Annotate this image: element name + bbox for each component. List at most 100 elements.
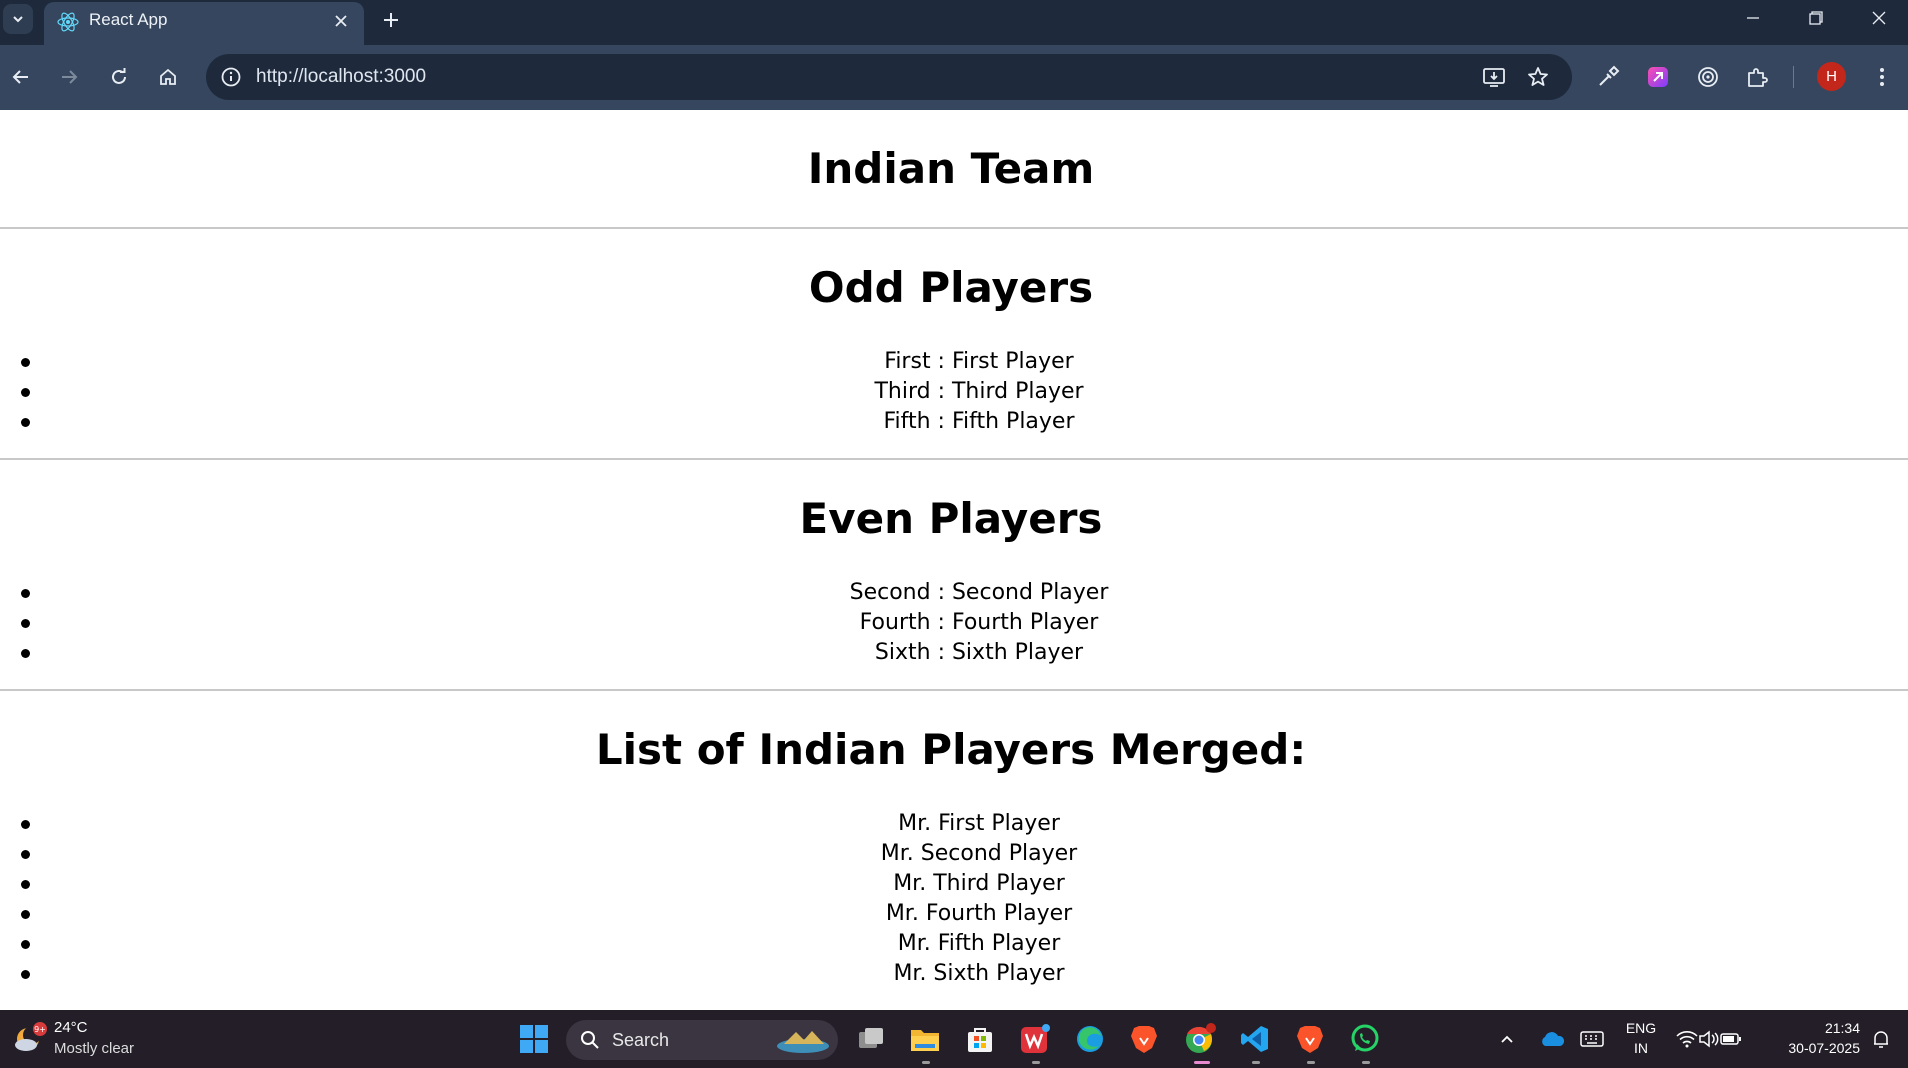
brave-button[interactable] [1125,1020,1163,1058]
wps-office-button[interactable] [1016,1020,1054,1058]
colorful-extension-button[interactable] [1644,63,1672,91]
list-item: First : First Player [0,347,1908,377]
search-icon [581,1031,599,1049]
list-item-text: First : First Player [884,349,1074,374]
notifications-button[interactable] [1866,1020,1896,1058]
chrome-icon [1186,1023,1216,1053]
tab-search-button[interactable] [3,4,33,34]
bullet [21,880,30,889]
start-button[interactable] [515,1020,553,1058]
list-item: Third : Third Player [0,377,1908,407]
minimize-icon [1747,17,1759,19]
file-explorer-button[interactable] [906,1020,944,1058]
browser-toolbar: http://localhost:3000 H [0,45,1908,110]
bullet [21,820,30,829]
running-indicator [1307,1061,1315,1064]
list-item: Sixth : Sixth Player [0,638,1908,668]
minimize-button[interactable] [1733,2,1773,34]
tab-close-button[interactable] [328,8,354,34]
divider [0,458,1908,460]
list-item: Mr. Fifth Player [0,929,1908,959]
list-item-text: Mr. Fifth Player [897,931,1061,956]
tab-react-app[interactable]: React App [44,2,364,45]
tab-title: React App [89,10,168,29]
restore-button[interactable] [1796,2,1836,34]
merged-players-heading: List of Indian Players Merged: [595,725,1307,774]
clock-date: 30-07-2025 [1788,1040,1860,1056]
even-players-list: Second : Second Player Fourth : Fourth P… [0,578,1908,668]
close-window-button[interactable] [1859,2,1899,34]
running-indicator [1032,1061,1040,1064]
chevron-up-icon [1501,1035,1513,1043]
odd-players-heading: Odd Players [808,263,1094,312]
bullet [21,358,30,367]
windows-icon [520,1025,548,1053]
home-icon [160,68,176,85]
toolbar-separator [1793,66,1794,88]
divider [0,689,1908,691]
task-view-button[interactable] [852,1020,890,1058]
language-region: IN [1634,1040,1648,1056]
extensions-button[interactable] [1743,63,1771,91]
bullet [21,970,30,979]
bullet [21,418,30,427]
list-item: Fourth : Fourth Player [0,608,1908,638]
search-label: Search [612,1030,670,1050]
profile-avatar[interactable]: H [1817,62,1846,91]
active-indicator [1194,1061,1210,1064]
url-text[interactable]: http://localhost:3000 [256,66,426,88]
store-icon [968,1028,992,1052]
vscode-icon [1241,1026,1268,1052]
bullet [21,619,30,628]
bullet [21,910,30,919]
list-item: Mr. Fourth Player [0,899,1908,929]
chrome-button[interactable] [1181,1020,1219,1058]
list-item-text: Second : Second Player [849,580,1109,605]
onedrive-button[interactable] [1535,1020,1569,1058]
divider [0,227,1908,229]
language-code: ENG [1625,1020,1657,1036]
brave-button-2[interactable] [1291,1020,1329,1058]
list-item-text: Mr. First Player [898,811,1060,836]
whatsapp-button[interactable] [1346,1020,1384,1058]
volume-icon [1699,1030,1719,1048]
info-icon[interactable] [220,66,242,88]
target-icon [1698,67,1718,87]
edge-button[interactable] [1071,1020,1109,1058]
taskbar-search[interactable]: Search [566,1020,838,1060]
bullet [21,649,30,658]
brave-lion-icon [1131,1026,1157,1053]
even-players-heading: Even Players [799,494,1103,543]
browser-tab-bar: React App [0,0,1908,45]
target-extension-button[interactable] [1694,63,1722,91]
task-view-icon [859,1028,883,1048]
browser-menu-button[interactable] [1868,63,1896,91]
reload-icon [112,68,126,84]
reload-button[interactable] [102,60,136,94]
weather-condition: Mostly clear [54,1040,135,1057]
wifi-icon [1676,1031,1698,1048]
home-button[interactable] [151,60,185,94]
back-button[interactable] [4,60,38,94]
brave-lion-icon [1297,1026,1323,1053]
eyedropper-extension-button[interactable] [1594,63,1622,91]
show-hidden-icons-button[interactable] [1493,1020,1521,1058]
vscode-button[interactable] [1236,1020,1274,1058]
keyboard-button[interactable] [1575,1020,1609,1058]
bullet [21,589,30,598]
running-indicator [1362,1061,1370,1064]
microsoft-store-button[interactable] [961,1020,999,1058]
folder-icon [911,1030,939,1051]
bookmark-star-icon[interactable] [1526,65,1550,89]
clock-time: 21:34 [1824,1020,1860,1036]
keyboard-icon [1580,1031,1604,1047]
forward-button[interactable] [52,60,86,94]
odd-players-list: First : First Player Third : Third Playe… [0,347,1908,437]
address-bar[interactable]: http://localhost:3000 [206,54,1572,100]
new-tab-button[interactable] [376,5,406,35]
bullet [21,388,30,397]
puzzle-icon [1748,68,1768,87]
list-item: Mr. Third Player [0,869,1908,899]
quick-settings-button[interactable] [1671,1020,1747,1058]
install-app-icon[interactable] [1482,65,1506,89]
